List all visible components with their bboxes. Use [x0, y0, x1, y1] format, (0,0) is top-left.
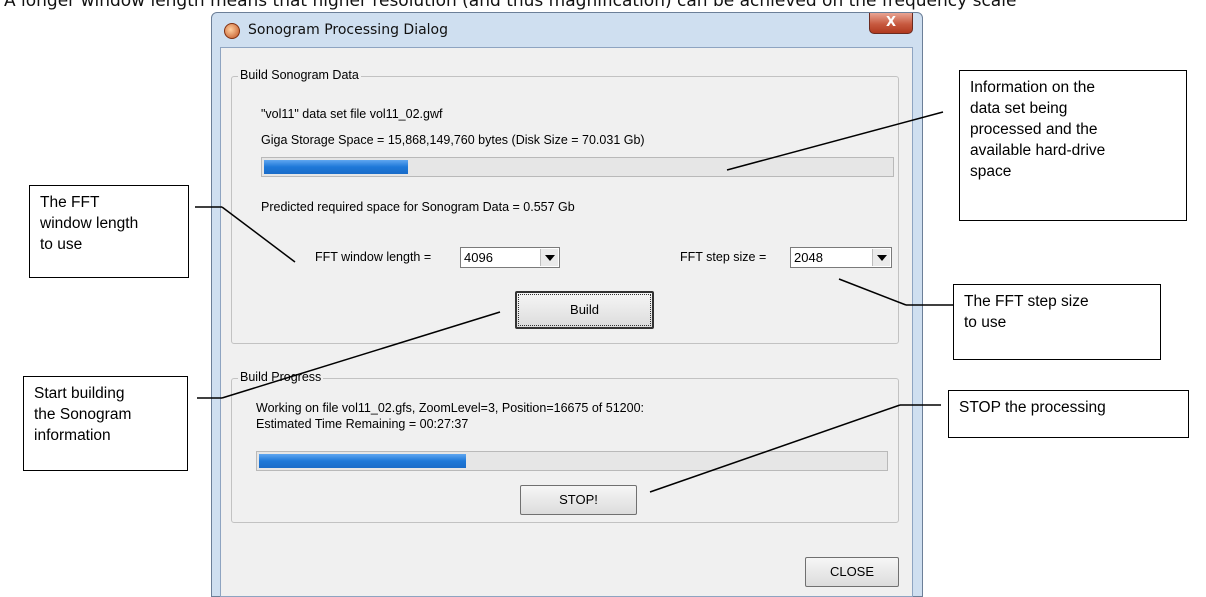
fft-step-select[interactable]: 2048	[790, 247, 892, 268]
window-title: Sonogram Processing Dialog	[248, 22, 448, 38]
chevron-down-icon[interactable]	[540, 249, 558, 266]
progress-status-line-2: Estimated Time Remaining = 00:27:37	[256, 417, 469, 431]
close-button[interactable]: CLOSE	[805, 557, 899, 587]
progress-group-title: Build Progress	[238, 370, 324, 384]
figure-caption: A longer window length means that higher…	[4, 0, 1017, 11]
build-button[interactable]: Build	[515, 291, 654, 329]
fft-step-value: 2048	[794, 250, 823, 265]
app-icon	[224, 23, 240, 39]
callout-stop: STOP the processing	[948, 390, 1189, 438]
build-progress-fill	[259, 454, 466, 468]
predicted-space: Predicted required space for Sonogram Da…	[261, 200, 575, 214]
build-progress-group: Build Progress Working on file vol11_02.…	[231, 370, 899, 523]
callout-dataset-info: Information on the data set being proces…	[959, 70, 1187, 221]
fft-step-label: FFT step size =	[680, 250, 767, 264]
storage-info: Giga Storage Space = 15,868,149,760 byte…	[261, 133, 645, 147]
fft-window-value: 4096	[464, 250, 493, 265]
callout-fft-step: The FFT step size to use	[953, 284, 1161, 360]
storage-progress-fill	[264, 160, 408, 174]
sonogram-dialog: Sonogram Processing Dialog X Build Sonog…	[211, 12, 923, 597]
chevron-down-icon[interactable]	[872, 249, 890, 266]
callout-start-build: Start building the Sonogram information	[23, 376, 188, 471]
progress-status-line-1: Working on file vol11_02.gfs, ZoomLevel=…	[256, 401, 644, 415]
window-close-button[interactable]: X	[869, 13, 913, 34]
callout-fft-window: The FFT window length to use	[29, 185, 189, 278]
build-group-title: Build Sonogram Data	[238, 68, 361, 82]
stop-button[interactable]: STOP!	[520, 485, 637, 515]
fft-window-select[interactable]: 4096	[460, 247, 560, 268]
storage-progress-bar	[261, 157, 894, 177]
fft-window-label: FFT window length =	[315, 250, 432, 264]
build-sonogram-group: Build Sonogram Data "vol11" data set fil…	[231, 68, 899, 344]
build-progress-bar	[256, 451, 888, 471]
dialog-client-area: Build Sonogram Data "vol11" data set fil…	[220, 47, 913, 597]
title-bar[interactable]: Sonogram Processing Dialog X	[212, 13, 922, 47]
dataset-info: "vol11" data set file vol11_02.gwf	[261, 107, 443, 121]
